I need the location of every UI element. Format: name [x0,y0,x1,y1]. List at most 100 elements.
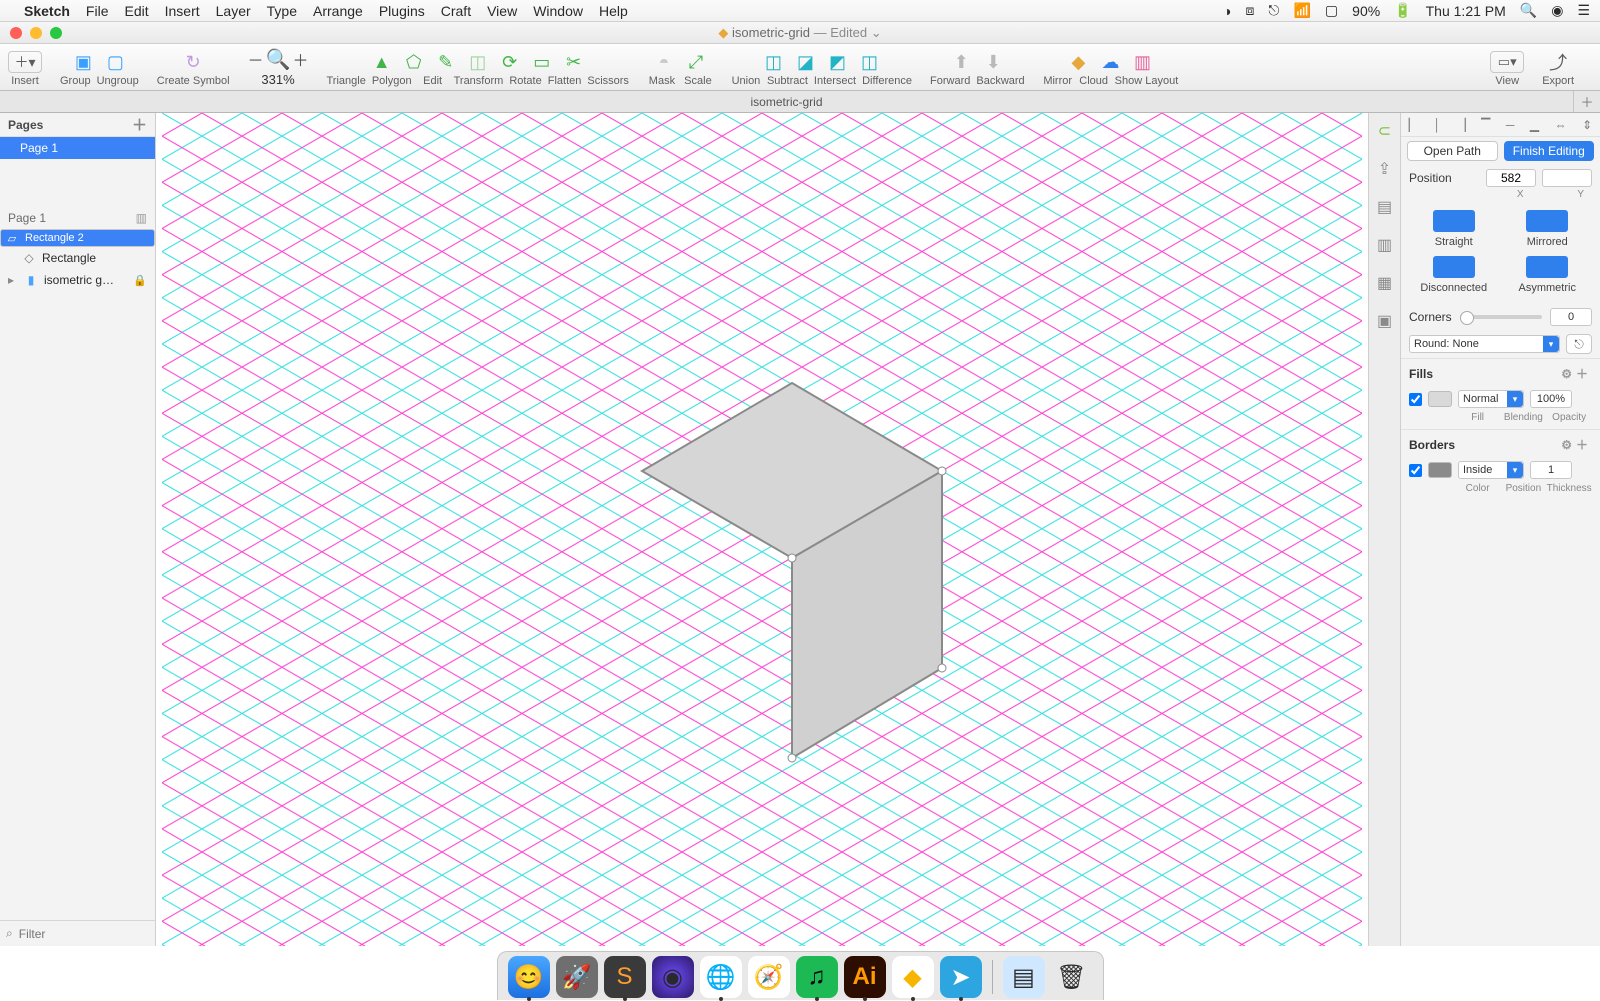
open-path-button[interactable]: Open Path [1407,141,1498,161]
union-button[interactable]: ◫ [760,51,786,73]
fill-opacity-input[interactable]: 100% [1530,390,1572,408]
battery-icon[interactable]: 🔋 [1394,2,1411,19]
border-enabled-checkbox[interactable] [1409,464,1422,477]
fill-blend-select[interactable]: Normal▾ [1458,390,1524,408]
expand-arrow-icon[interactable]: ▸ [8,273,18,287]
menu-edit[interactable]: Edit [124,3,148,19]
menu-layer[interactable]: Layer [216,3,251,19]
edit-button[interactable]: ✎ [433,51,459,73]
minimize-window-button[interactable] [30,27,42,39]
difference-button[interactable]: ◫ [856,51,882,73]
filter-input[interactable] [19,927,174,941]
menu-file[interactable]: File [86,3,109,19]
scissors-button[interactable]: ✂ [561,51,587,73]
polygon-button[interactable]: ⬠ [401,51,427,73]
subtract-button[interactable]: ◪ [792,51,818,73]
menu-help[interactable]: Help [599,3,628,19]
outline-menu-icon[interactable]: ▥ [136,211,147,225]
borders-settings-icon[interactable]: ⚙ [1561,438,1576,452]
app-menu[interactable]: Sketch [24,3,70,19]
status-app1-icon[interactable]: ◑ [1223,3,1231,19]
dock-launchpad[interactable]: 🚀 [556,956,598,998]
distribute-v-icon[interactable]: ⇕ [1582,118,1592,132]
dock-sublime[interactable]: S [604,956,646,998]
layer-rectangle[interactable]: ◇ Rectangle [0,247,155,269]
point-type-straight[interactable]: Straight [1407,210,1501,248]
dock-chrome[interactable]: 🌐 [700,956,742,998]
zoom-out-button[interactable]: － [248,47,264,71]
point-type-mirrored[interactable]: Mirrored [1501,210,1595,248]
page-item[interactable]: Page 1 [0,137,155,159]
fill-color-swatch[interactable] [1428,391,1452,407]
position-x-input[interactable] [1486,169,1536,187]
dock-finder[interactable]: 😊 [508,956,550,998]
craft-upload-icon[interactable]: ⇪ [1373,157,1397,181]
add-fill-button[interactable]: ＋ [1576,367,1592,381]
border-position-select[interactable]: Inside▾ [1458,461,1524,479]
dock-safari[interactable]: 🧭 [748,956,790,998]
finish-editing-button[interactable]: Finish Editing [1504,141,1595,161]
lock-icon[interactable]: 🔒 [133,274,147,287]
menu-view[interactable]: View [487,3,517,19]
intersect-button[interactable]: ◩ [824,51,850,73]
ungroup-button[interactable]: ▢ [102,51,128,73]
position-y-input[interactable] [1542,169,1592,187]
align-left-icon[interactable]: ▏ [1409,118,1418,132]
corners-value[interactable]: 0 [1550,308,1592,326]
dock-sketch[interactable]: ◆ [892,956,934,998]
menu-craft[interactable]: Craft [441,3,471,19]
view-button[interactable]: ▭▾ View [1490,49,1524,87]
menu-insert[interactable]: Insert [165,3,200,19]
status-app2-icon[interactable]: ⧈ [1246,2,1255,19]
dock-trash[interactable]: 🗑 [1051,956,1093,998]
rotate-button[interactable]: ⟳ [497,51,523,73]
show-layout-button[interactable]: ▥ [1129,51,1155,73]
document-tab[interactable]: isometric-grid [0,91,1574,112]
zoom-icon[interactable]: 🔍 [266,47,291,72]
clock[interactable]: Thu 1:21 PM [1426,3,1506,19]
new-tab-button[interactable]: ＋ [1574,91,1600,112]
bluetooth-icon[interactable]: ⎋ [1268,2,1279,19]
dock-telegram[interactable]: ➤ [940,956,982,998]
fullscreen-window-button[interactable] [50,27,62,39]
point-type-disconnected[interactable]: Disconnected [1407,256,1501,294]
border-thickness-input[interactable]: 1 [1530,461,1572,479]
add-page-button[interactable]: ＋ [132,114,147,135]
align-center-h-icon[interactable]: │ [1433,118,1441,132]
distribute-h-icon[interactable]: ⇔ [1555,118,1567,132]
layer-isometric-group[interactable]: ▸ ▮ isometric g… 🔒 [0,269,155,291]
airplay-icon[interactable]: ▢ [1325,2,1338,19]
spotlight-icon[interactable]: 🔍 [1520,2,1537,19]
zoom-in-button[interactable]: ＋ [292,47,308,71]
align-bottom-icon[interactable]: ▁ [1530,118,1539,132]
mirror-button[interactable]: ◆ [1065,51,1091,73]
fill-enabled-checkbox[interactable] [1409,393,1422,406]
forward-button[interactable]: ⬆ [948,51,974,73]
group-button[interactable]: ▣ [70,51,96,73]
triangle-button[interactable]: ▲ [369,51,395,73]
close-window-button[interactable] [10,27,22,39]
border-color-swatch[interactable] [1428,462,1452,478]
craft-text-icon[interactable]: ▥ [1373,233,1397,257]
craft-library-icon[interactable]: ▤ [1373,195,1397,219]
dock-document[interactable]: ▤ [1003,956,1045,998]
transform-button[interactable]: ◫ [465,51,491,73]
scale-button[interactable]: ⤢ [683,51,709,73]
window-modified-indicator[interactable]: — Edited ⌄ [814,25,882,40]
mask-button[interactable]: ◓ [651,51,677,73]
cloud-button[interactable]: ☁ [1097,51,1123,73]
user-icon[interactable]: ◉ [1551,2,1563,19]
round-options-button[interactable]: ⎋ [1566,334,1592,354]
align-right-icon[interactable]: ▕ [1456,118,1465,132]
craft-grid-icon[interactable]: ▦ [1373,271,1397,295]
dock-spotify[interactable]: ♫ [796,956,838,998]
create-symbol-button[interactable]: ↻ Create Symbol [157,49,230,87]
craft-image-icon[interactable]: ▣ [1373,309,1397,333]
dock-illustrator[interactable]: Ai [844,956,886,998]
corners-slider[interactable] [1460,315,1542,319]
wifi-icon[interactable]: 📶 [1293,2,1310,19]
insert-tool[interactable]: ＋▾ Insert [8,49,42,87]
layer-rectangle-2[interactable]: ▱ Rectangle 2 [0,229,155,247]
menu-arrange[interactable]: Arrange [313,3,363,19]
align-middle-icon[interactable]: ─ [1506,118,1515,132]
